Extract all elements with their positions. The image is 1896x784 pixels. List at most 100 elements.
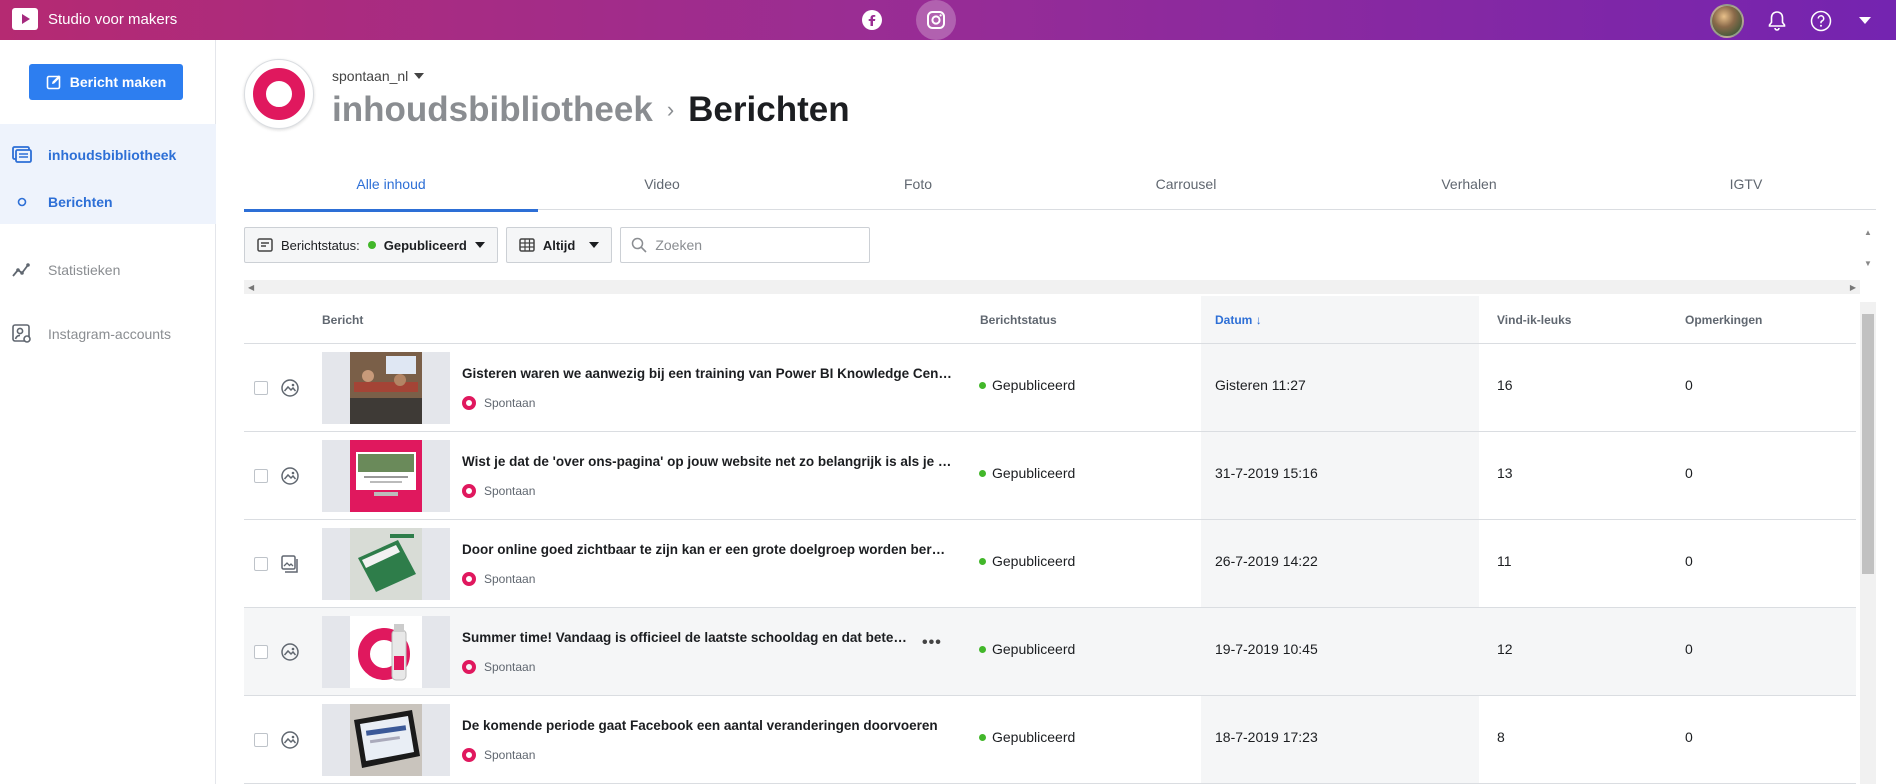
search-box [620,227,871,263]
published-dot [979,557,986,565]
tab-photo[interactable]: Foto [786,158,1050,210]
sidebar-item-posts[interactable]: Berichten [0,184,216,220]
horizontal-scrollbar[interactable]: ◀ ▶ [244,280,1860,294]
chevron-down-icon [589,242,600,248]
post-title[interactable]: Door online goed zichtbaar te zijn kan e… [462,542,952,557]
post-thumbnail[interactable] [322,616,450,688]
post-date: 26-7-2019 14:22 [1215,553,1318,569]
table-row[interactable]: De komende periode gaat Facebook een aan… [244,696,1856,784]
thumbnail-image [350,528,422,600]
post-thumbnail[interactable] [322,528,450,600]
post-date: 19-7-2019 10:45 [1215,641,1318,657]
post-account: Spontaan [462,748,535,762]
instagram-active-indicator [916,0,956,40]
post-likes: 8 [1497,729,1505,745]
breadcrumb-parent[interactable]: inhoudsbibliotheek [332,90,653,130]
sort-down-icon: ↓ [1255,312,1262,327]
thumbnail-image [350,704,422,776]
sidebar-item-label: Berichten [48,194,113,210]
post-date: 31-7-2019 15:16 [1215,465,1318,481]
user-avatar[interactable] [1710,4,1744,38]
post-title[interactable]: Wist je dat de 'over ons-pagina' op jouw… [462,454,952,469]
table-row[interactable]: Summer time! Vandaag is officieel de laa… [244,608,1856,696]
post-thumbnail[interactable] [322,440,450,512]
account-avatar [244,59,314,129]
tab-all-content[interactable]: Alle inhoud [244,158,538,212]
filter-scrollbar[interactable]: ▲ ▼ [1860,228,1876,268]
spontaan-logo-icon [462,396,476,410]
post-date: 18-7-2019 17:23 [1215,729,1318,745]
notifications-button[interactable] [1766,10,1788,32]
post-thumbnail[interactable] [322,352,450,424]
facebook-platform-button[interactable] [852,0,892,40]
account-menu-button[interactable] [1854,10,1876,32]
column-header-likes[interactable]: Vind-ik-leuks [1497,313,1571,327]
status-text: Gepubliceerd [992,553,1076,569]
status-badge: Gepubliceerd [979,641,1075,657]
top-bar: Studio voor makers [0,0,1896,40]
post-status-filter[interactable]: Berichtstatus: Gepubliceerd [244,227,498,263]
table-vertical-scrollbar[interactable] [1860,302,1876,784]
post-title[interactable]: De komende periode gaat Facebook een aan… [462,718,952,733]
sidebar-item-instagram-accounts[interactable]: Instagram-accounts [0,316,216,352]
post-account-name: Spontaan [484,748,536,762]
tab-igtv[interactable]: IGTV [1616,158,1876,210]
app-title: Studio voor makers [48,10,178,28]
row-checkbox[interactable] [254,557,268,571]
more-options-icon[interactable]: ••• [922,634,942,652]
table-row[interactable]: Wist je dat de 'over ons-pagina' op jouw… [244,432,1856,520]
account-switcher[interactable]: spontaan_nl [332,68,425,84]
photo-icon [281,643,299,661]
photo-icon [281,731,299,749]
post-title[interactable]: Gisteren waren we aanwezig bij een train… [462,366,952,381]
spontaan-logo-icon [462,748,476,762]
post-comments: 0 [1685,377,1693,393]
help-button[interactable] [1810,10,1832,32]
instagram-platform-button[interactable] [916,0,956,40]
spontaan-logo-icon [462,484,476,498]
row-checkbox[interactable] [254,469,268,483]
calendar-icon [519,238,535,252]
post-account: Spontaan [462,396,535,410]
account-name: spontaan_nl [332,68,409,84]
column-header-comments[interactable]: Opmerkingen [1685,313,1762,327]
scrollbar-thumb[interactable] [1862,314,1874,574]
table-row[interactable]: Door online goed zichtbaar te zijn kan e… [244,520,1856,608]
date-range-value: Altijd [542,237,576,253]
published-dot [979,645,986,653]
column-header-post: Bericht [322,312,364,327]
library-icon [10,146,34,164]
row-checkbox[interactable] [254,733,268,747]
status-filter-label: Berichtstatus: [281,237,360,253]
tab-video[interactable]: Video [538,158,786,210]
published-dot [979,733,986,741]
thumbnail-image [350,616,422,688]
post-account-name: Spontaan [484,660,536,674]
bell-icon [1768,11,1786,31]
create-post-button[interactable]: Bericht maken [29,64,183,100]
status-text: Gepubliceerd [992,465,1076,481]
search-icon [632,237,647,253]
post-title[interactable]: Summer time! Vandaag is officieel de laa… [462,630,910,645]
post-comments: 0 [1685,641,1693,657]
app-brand[interactable]: Studio voor makers [12,8,177,30]
column-header-status[interactable]: Berichtstatus [980,313,1057,327]
status-text: Gepubliceerd [992,729,1076,745]
search-input[interactable] [655,237,856,253]
sidebar-item-content-library[interactable]: inhoudsbibliotheek [0,137,216,173]
status-badge: Gepubliceerd [979,465,1075,481]
column-header-date[interactable]: Datum ↓ [1215,313,1262,327]
row-checkbox[interactable] [254,645,268,659]
sidebar-item-label: Statistieken [48,262,121,278]
post-likes: 12 [1497,641,1513,657]
sidebar-item-label: inhoudsbibliotheek [48,147,177,163]
tab-carousel[interactable]: Carrousel [1050,158,1322,210]
date-range-filter[interactable]: Altijd [505,227,613,263]
table-row[interactable]: Gisteren waren we aanwezig bij een train… [244,344,1856,432]
post-thumbnail[interactable] [322,704,450,776]
row-checkbox[interactable] [254,381,268,395]
chevron-down-icon [414,73,425,79]
tab-stories[interactable]: Verhalen [1322,158,1616,210]
post-account: Spontaan [462,660,535,674]
sidebar-item-statistics[interactable]: Statistieken [0,252,216,288]
